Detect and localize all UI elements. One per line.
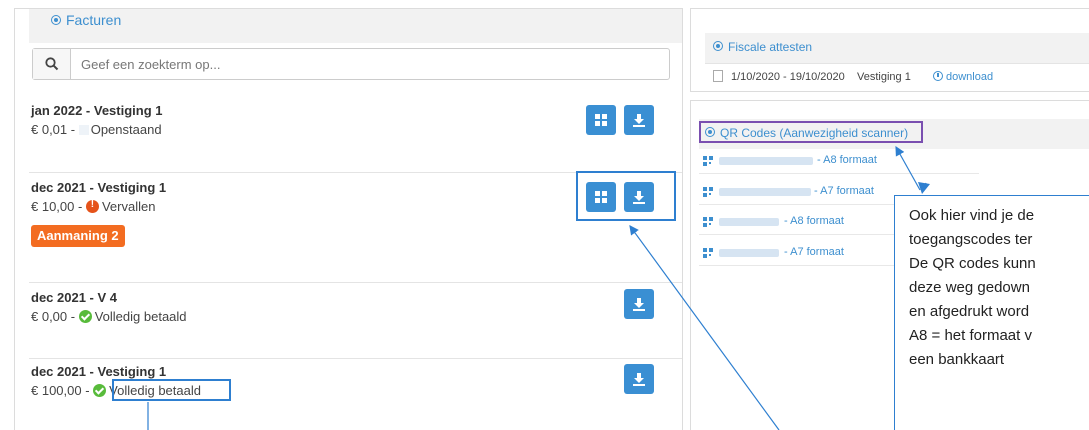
arrow-to-qr-codes: [895, 145, 921, 191]
annotation-arrows: [147, 145, 930, 430]
arrow-head: [918, 182, 930, 194]
arrow-to-buttons: [629, 225, 780, 430]
